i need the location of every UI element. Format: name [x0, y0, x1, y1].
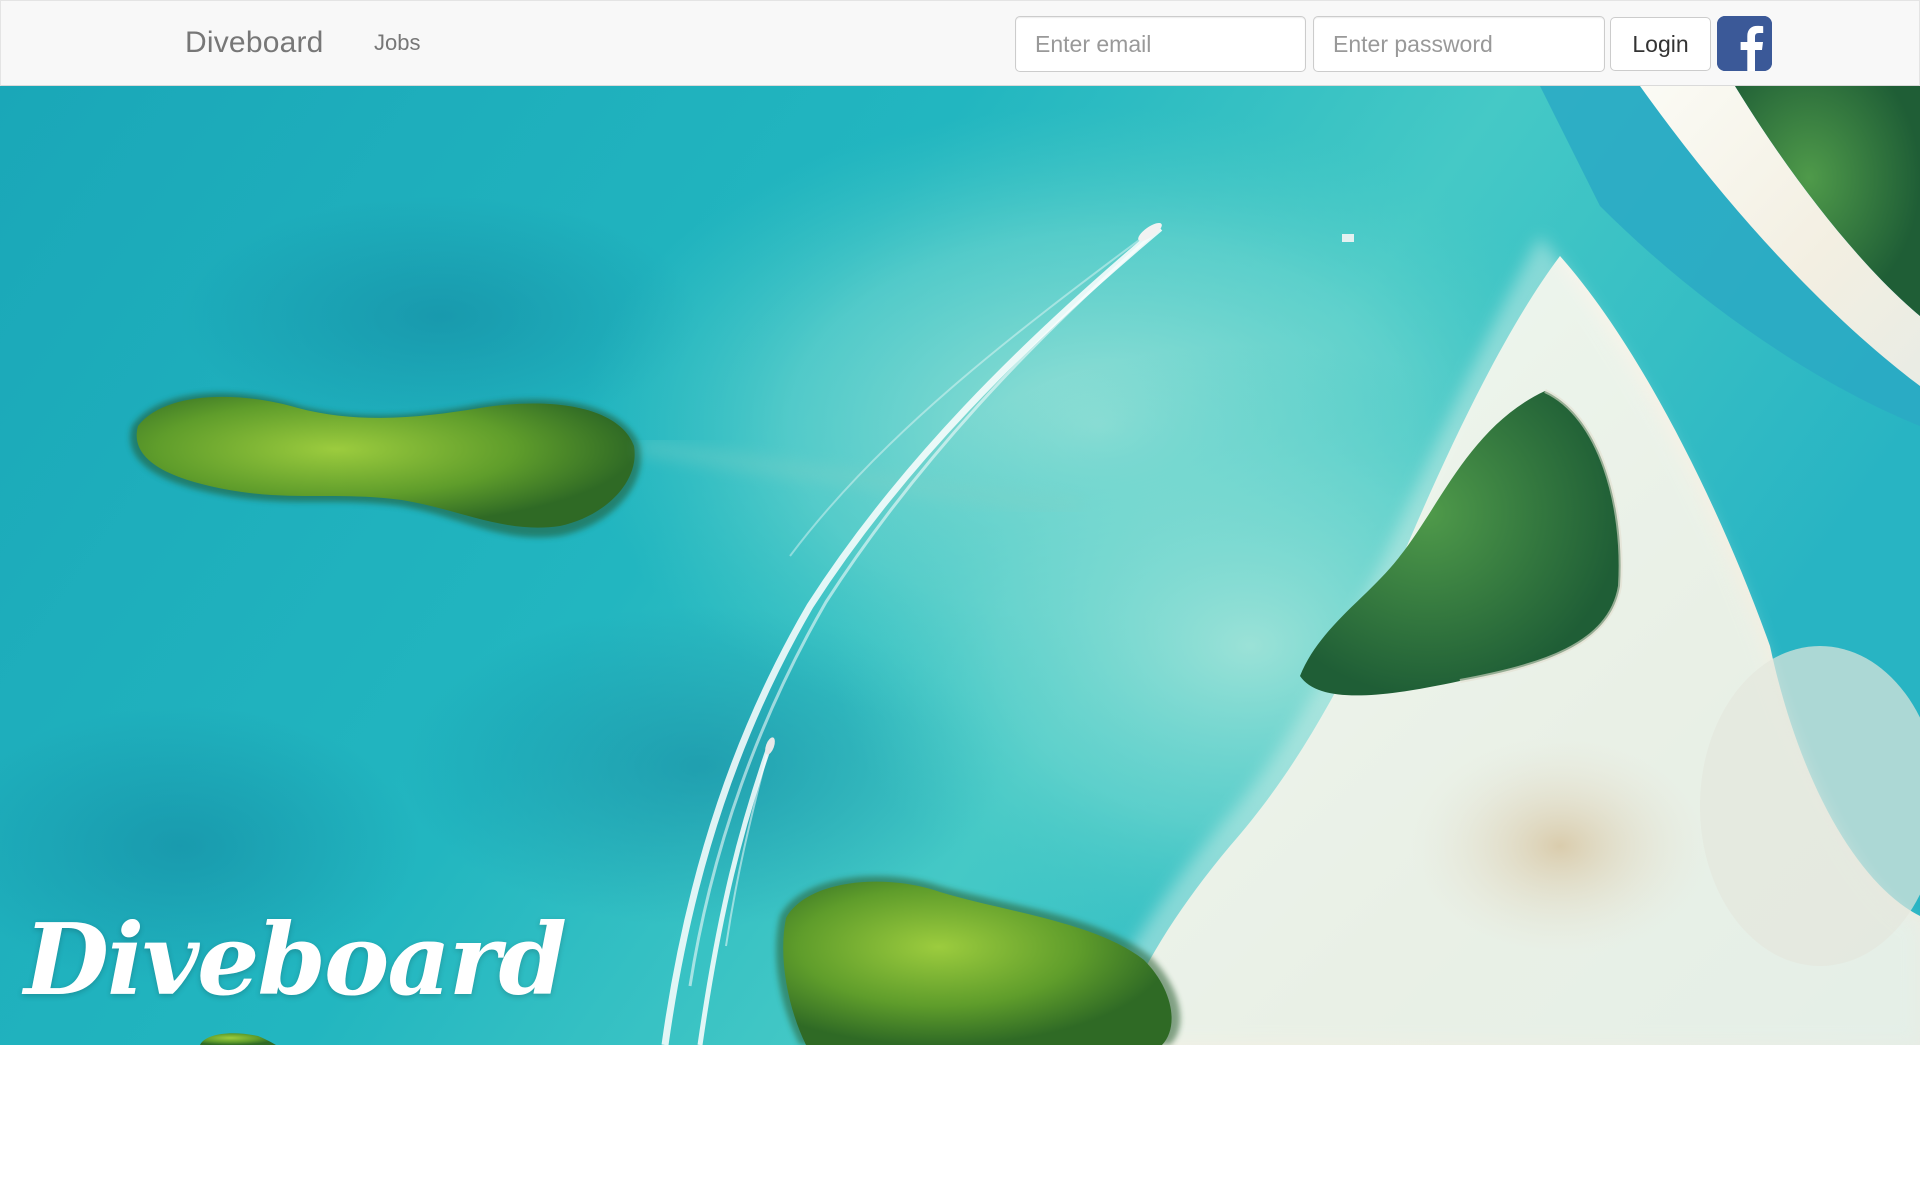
- nav-link-jobs[interactable]: Jobs: [374, 29, 420, 57]
- facebook-login-button[interactable]: [1717, 16, 1772, 71]
- top-navbar: Diveboard Jobs Login: [0, 0, 1920, 86]
- hero-aerial-image: [0, 86, 1920, 1045]
- password-field[interactable]: [1313, 16, 1605, 72]
- page-content-area: [0, 1045, 1920, 1200]
- email-field[interactable]: [1015, 16, 1306, 72]
- facebook-icon: [1717, 16, 1772, 71]
- hero-banner: Diveboard: [0, 86, 1920, 1045]
- hero-logo: Diveboard: [24, 903, 567, 1018]
- navbar-brand[interactable]: Diveboard: [185, 25, 324, 61]
- login-button[interactable]: Login: [1610, 17, 1711, 71]
